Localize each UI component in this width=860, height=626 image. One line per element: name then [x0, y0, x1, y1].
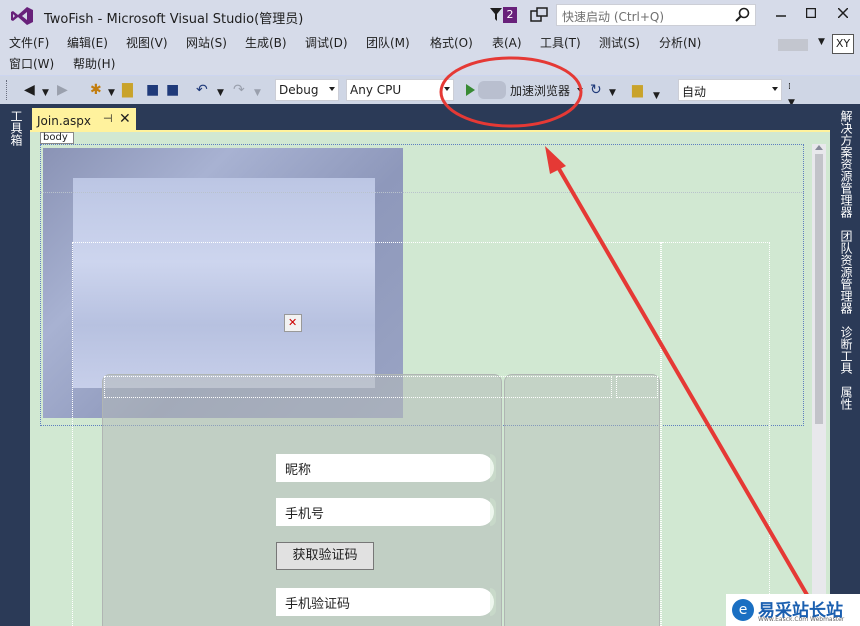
feedback-icon[interactable] [530, 7, 548, 23]
get-code-button[interactable]: 获取验证码 [276, 542, 374, 570]
column-divider [660, 242, 662, 626]
site-watermark: e 易采站长站 Www.Easck.Com Webmaster [726, 594, 860, 626]
save-icon[interactable]: ■ [146, 82, 159, 98]
search-icon [735, 7, 750, 22]
verification-code-label: 手机验证码 [285, 597, 351, 612]
open-folder-icon[interactable]: ▇ [122, 82, 133, 98]
filter-icon [490, 8, 502, 21]
notification-badge: 2 [503, 7, 517, 23]
chevron-down-icon [329, 87, 335, 91]
phone-label: 手机号 [285, 507, 325, 522]
right-tool-strip: 解决方案资源管理器 团队资源管理器 诊断工具 属性 [830, 104, 860, 626]
refresh-icon[interactable]: ↻ [590, 82, 602, 98]
chevron-down-icon [772, 87, 778, 91]
nickname-label: 昵称 [285, 463, 312, 478]
menu-test[interactable]: 测试(S) [599, 34, 640, 51]
vertical-scrollbar[interactable] [812, 144, 826, 626]
solution-explorer-tab[interactable]: 解决方案资源管理器 [838, 110, 855, 218]
properties-tab[interactable]: 属性 [838, 386, 855, 410]
chevron-down-icon[interactable]: ▼ [818, 37, 825, 47]
notifications[interactable]: 2 [490, 7, 520, 25]
mode-value: 自动 [682, 85, 707, 99]
menu-website[interactable]: 网站(S) [186, 34, 227, 51]
close-icon [837, 7, 849, 19]
toolbar-grip[interactable] [6, 80, 10, 100]
refresh-dropdown-icon[interactable]: ▼ [609, 85, 616, 101]
user-name-blurred[interactable] [778, 39, 808, 51]
left-tool-strip: 工具箱 [0, 104, 30, 626]
run-button-label: 加速浏览器 [510, 84, 571, 98]
mode-select[interactable]: 自动 [678, 79, 782, 101]
menu-table[interactable]: 表(A) [492, 34, 522, 51]
quick-launch-input[interactable]: 快速启动 (Ctrl+Q) [556, 4, 756, 26]
document-tab-bar: Join.aspx ⊣ ✕ [30, 104, 830, 132]
guide-line [40, 192, 804, 193]
minimize-icon [776, 15, 786, 17]
menu-view[interactable]: 视图(V) [126, 34, 168, 51]
back-icon[interactable]: ◀ [24, 82, 35, 98]
solution-configuration-select[interactable]: Debug [275, 79, 339, 101]
side-panel [504, 374, 660, 626]
chevron-down-icon[interactable] [577, 88, 583, 92]
menu-build[interactable]: 生成(B) [245, 34, 287, 51]
form-header-cell [104, 376, 612, 398]
undo-dropdown-icon[interactable]: ▼ [217, 85, 224, 101]
menu-analyze[interactable]: 分析(N) [659, 34, 701, 51]
minimize-button[interactable] [770, 4, 792, 24]
menu-help[interactable]: 帮助(H) [73, 55, 115, 72]
close-icon[interactable]: ✕ [119, 111, 131, 127]
new-project-icon[interactable]: ✱ [90, 82, 102, 98]
phone-field[interactable]: 手机号 [276, 498, 496, 526]
play-icon [466, 84, 475, 96]
menu-tools[interactable]: 工具(T) [540, 34, 581, 51]
run-in-browser-button[interactable]: 加速浏览器 [462, 79, 583, 101]
window-title: TwoFish - Microsoft Visual Studio(管理员) [44, 12, 304, 27]
pin-icon[interactable]: ⊣ [103, 112, 113, 125]
verification-code-field[interactable]: 手机验证码 [276, 588, 496, 616]
redo-icon[interactable]: ↷ [233, 82, 245, 98]
back-dropdown-icon[interactable]: ▼ [42, 85, 49, 101]
nickname-field[interactable]: 昵称 [276, 454, 496, 482]
solution-platform-select[interactable]: Any CPU [346, 79, 454, 101]
menu-file[interactable]: 文件(F) [9, 34, 49, 51]
toolbar-overflow-icon[interactable]: ▼ [653, 88, 660, 104]
tab-join-aspx[interactable]: Join.aspx ⊣ ✕ [32, 108, 136, 132]
broken-image-icon[interactable]: ✕ [284, 314, 302, 332]
configuration-value: Debug [279, 83, 319, 97]
team-explorer-tab[interactable]: 团队资源管理器 [838, 230, 855, 314]
undo-icon[interactable]: ↶ [196, 82, 208, 98]
new-project-dropdown-icon[interactable]: ▼ [108, 85, 115, 101]
platform-value: Any CPU [350, 83, 402, 97]
save-all-icon[interactable]: ■ [166, 82, 179, 98]
maximize-icon [805, 7, 817, 19]
diagnostic-tools-tab[interactable]: 诊断工具 [838, 326, 855, 374]
menu-bar: 文件(F) 编辑(E) 视图(V) 网站(S) 生成(B) 调试(D) 团队(M… [0, 31, 860, 75]
browser-name-blurred [478, 81, 506, 99]
quick-launch-placeholder: 快速启动 (Ctrl+Q) [562, 10, 665, 24]
scroll-thumb[interactable] [815, 154, 823, 424]
redo-dropdown-icon[interactable]: ▼ [254, 85, 261, 101]
user-avatar[interactable]: XY [832, 34, 854, 54]
toolbox-tab[interactable]: 工具箱 [8, 110, 25, 146]
menu-team[interactable]: 团队(M) [366, 34, 410, 51]
watermark-logo-icon: e [732, 599, 754, 621]
close-window-button[interactable] [832, 4, 854, 24]
menu-format[interactable]: 格式(O) [430, 34, 473, 51]
chevron-down-icon [444, 87, 450, 91]
form-header-cell-right [616, 376, 658, 398]
menu-debug[interactable]: 调试(D) [305, 34, 348, 51]
design-surface[interactable]: body ✕ 昵称 手机号 获取验证码 手机验证码 [30, 132, 830, 626]
title-bar: TwoFish - Microsoft Visual Studio(管理员) 2… [0, 0, 860, 31]
scroll-up-icon[interactable] [815, 145, 823, 150]
body-tag-label[interactable]: body [40, 132, 74, 144]
menu-edit[interactable]: 编辑(E) [67, 34, 108, 51]
tab-label: Join.aspx [37, 114, 91, 128]
maximize-button[interactable] [800, 4, 822, 24]
visual-studio-logo-icon [11, 7, 33, 25]
watermark-sub: Www.Easck.Com Webmaster [758, 616, 845, 623]
forward-icon[interactable]: ▶ [57, 82, 68, 98]
browser-link-icon[interactable]: ▆ [632, 82, 643, 98]
menu-window[interactable]: 窗口(W) [9, 55, 54, 72]
standard-toolbar: ◀ ▼ ▶ ✱ ▼ ▇ ■ ■ ↶ ▼ ↷ ▼ Debug Any CPU 加速… [0, 76, 860, 108]
